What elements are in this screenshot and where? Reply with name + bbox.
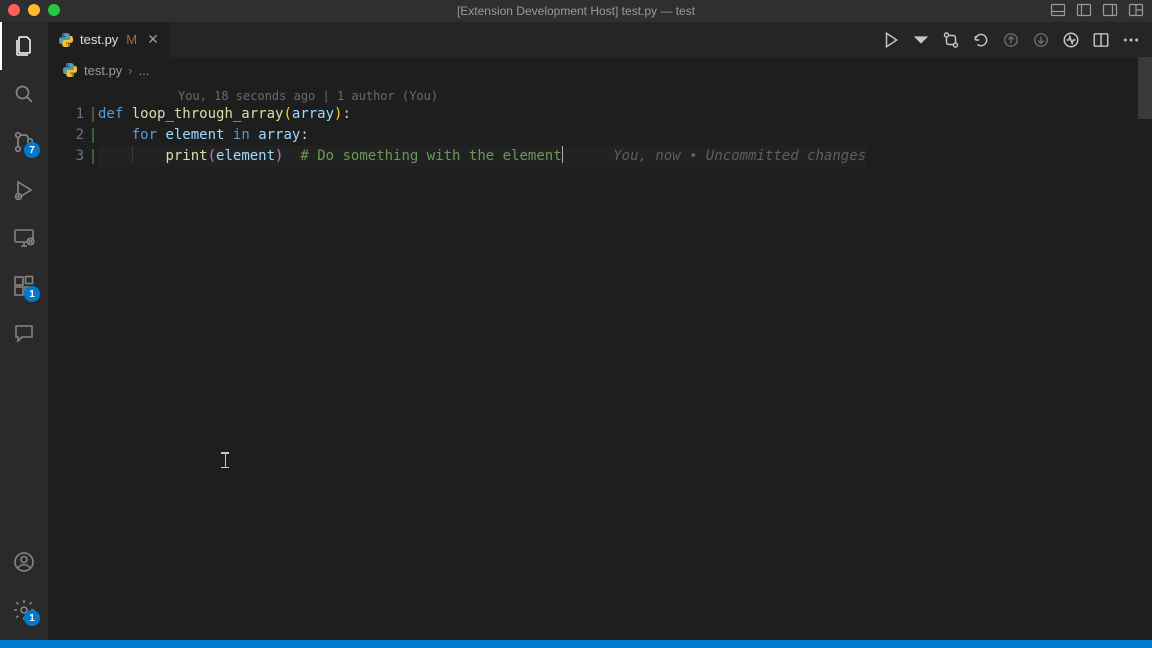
line-number: 2 — [48, 125, 84, 146]
settings-button[interactable]: 1 — [0, 586, 48, 634]
titlebar-layout-controls — [1050, 2, 1144, 21]
mouse-text-cursor — [224, 452, 226, 468]
split-editor-icon[interactable] — [1092, 31, 1110, 49]
toggle-sidebar-icon[interactable] — [1076, 2, 1092, 21]
text-cursor — [562, 146, 563, 163]
editor-tabs: test.py M ✕ — [48, 22, 1152, 57]
remote-explorer-icon — [12, 226, 36, 250]
prev-change-icon[interactable] — [1002, 31, 1020, 49]
titlebar: [Extension Development Host] test.py — t… — [0, 0, 1152, 22]
toggle-secondary-sidebar-icon[interactable] — [1102, 2, 1118, 21]
code-editor[interactable]: You, 18 seconds ago | 1 author (You) 1 2… — [48, 83, 1152, 640]
extensions-tab[interactable]: 1 — [0, 262, 48, 310]
activity-icon[interactable] — [1062, 31, 1080, 49]
debug-icon — [12, 178, 36, 202]
gitlens-blame: You, now • Uncommitted changes — [613, 148, 866, 164]
breadcrumb[interactable]: test.py › ... — [48, 57, 1152, 83]
search-tab[interactable] — [0, 70, 48, 118]
breadcrumb-trail: ... — [139, 63, 150, 78]
chat-tab[interactable] — [0, 310, 48, 358]
accounts-button[interactable] — [0, 538, 48, 586]
extensions-badge: 1 — [24, 286, 40, 302]
search-icon — [12, 82, 36, 106]
explorer-tab[interactable] — [0, 22, 48, 70]
source-control-tab[interactable]: 7 — [0, 118, 48, 166]
line-number: 3 — [48, 146, 84, 167]
python-file-icon — [58, 32, 74, 48]
chat-icon — [12, 322, 36, 346]
window-title: [Extension Development Host] test.py — t… — [457, 4, 695, 18]
git-compare-icon[interactable] — [942, 31, 960, 49]
tab-modified-indicator: M — [126, 32, 137, 47]
line-number-gutter: 1 2 3 — [48, 83, 98, 640]
minimize-window-button[interactable] — [28, 4, 40, 16]
window-controls — [8, 4, 60, 16]
toggle-panel-icon[interactable] — [1050, 2, 1066, 21]
tab-filename: test.py — [80, 32, 118, 47]
gitlens-codelens[interactable]: You, 18 seconds ago | 1 author (You) — [178, 86, 438, 107]
zoom-window-button[interactable] — [48, 4, 60, 16]
account-icon — [12, 550, 36, 574]
files-icon — [12, 34, 36, 58]
editor-actions — [882, 22, 1152, 57]
breadcrumb-file: test.py — [84, 63, 122, 78]
activity-bar: 7 1 1 — [0, 22, 48, 640]
run-dropdown[interactable] — [912, 31, 930, 49]
chevron-right-icon: › — [128, 63, 132, 78]
line-number: 1 — [48, 104, 84, 125]
customize-layout-icon[interactable] — [1128, 2, 1144, 21]
revert-icon[interactable] — [972, 31, 990, 49]
code-line[interactable]: def loop_through_array(array): — [98, 104, 866, 125]
close-window-button[interactable] — [8, 4, 20, 16]
run-debug-tab[interactable] — [0, 166, 48, 214]
remote-explorer-tab[interactable] — [0, 214, 48, 262]
tab-test-py[interactable]: test.py M ✕ — [48, 22, 170, 57]
code-line[interactable]: print(element) # Do something with the e… — [98, 146, 866, 167]
python-file-icon — [62, 62, 78, 78]
run-button[interactable] — [882, 31, 900, 49]
status-bar[interactable] — [0, 640, 1152, 648]
code-line[interactable]: for element in array: — [98, 125, 866, 146]
settings-badge: 1 — [24, 610, 40, 626]
source-control-badge: 7 — [24, 142, 40, 158]
more-actions-icon[interactable] — [1122, 31, 1140, 49]
close-tab-button[interactable]: ✕ — [147, 31, 159, 48]
next-change-icon[interactable] — [1032, 31, 1050, 49]
